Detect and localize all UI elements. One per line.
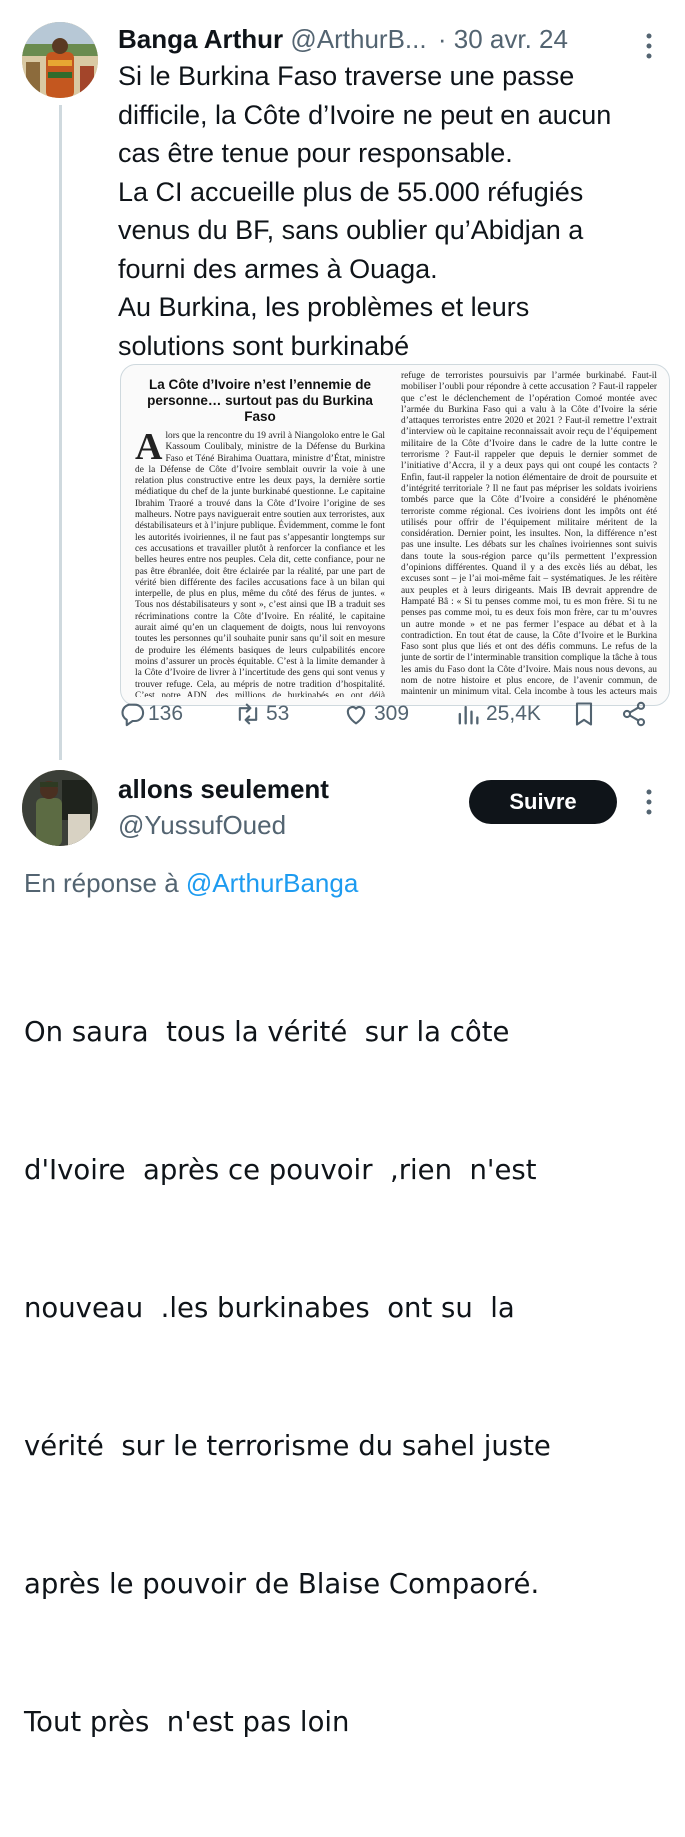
- reply-button[interactable]: 136: [118, 700, 183, 728]
- article-headline: La Côte d’Ivoire n’est l’ennemie de pers…: [147, 377, 373, 424]
- retweet-button[interactable]: 53: [234, 700, 289, 728]
- like-icon: [346, 706, 366, 725]
- replying-to-label: En réponse à: [24, 868, 179, 898]
- tweet-text-line: venus du BF, sans oublier qu’Abidjan a: [118, 215, 584, 245]
- tweet-text-line: solutions sont burkinabé: [118, 330, 410, 361]
- replying-to: En réponse à @ArthurBanga: [24, 868, 358, 899]
- avatar-photo: [22, 770, 98, 846]
- tweet-text-line: Au Burkina, les problèmes et leurs: [118, 292, 530, 322]
- tweet-text-line: cas être tenue pour responsable.: [118, 138, 513, 168]
- reply-author-name[interactable]: allons seulement: [118, 774, 329, 805]
- views-icon: [458, 705, 479, 725]
- article-right-column: refuge de terroristes poursuivis par l’a…: [401, 371, 657, 697]
- avatar-photo: [22, 22, 98, 98]
- follow-button[interactable]: Suivre: [469, 780, 617, 824]
- article-left-text: lors que la rencontre du 19 avril à Nian…: [135, 431, 385, 697]
- share-icon: [622, 701, 646, 727]
- more-icon[interactable]: [634, 788, 664, 816]
- article-left-column: La Côte d’Ivoire n’est l’ennemie de pers…: [135, 377, 385, 697]
- tweet-date[interactable]: 30 avr. 24: [454, 24, 568, 54]
- author-avatar[interactable]: [22, 22, 98, 98]
- tweet-text-line: difficile, la Côte d’Ivoire ne peut en a…: [118, 99, 612, 130]
- tweet-text-line: La CI accueille plus de 55.000 réfugiés: [118, 176, 584, 207]
- more-icon[interactable]: [634, 32, 664, 60]
- thread-connector-line: [59, 105, 62, 760]
- retweet-icon: [238, 703, 258, 725]
- like-count: 309: [374, 702, 410, 725]
- reply-icon: [121, 703, 145, 727]
- reply-count: 136: [148, 702, 184, 725]
- article-right-text: refuge de terroristes poursuivis par l’a…: [401, 371, 657, 697]
- reply-text-line: vérité sur le terrorisme du sahel juste: [24, 1430, 551, 1462]
- reply-text: On saura tous la vérité sur la côte d'Iv…: [24, 917, 674, 1837]
- tweet-text-line: fourni des armes à Ouaga.: [118, 253, 438, 284]
- reply-text-line: Tout près n'est pas loin: [24, 1706, 350, 1738]
- reply-text-line: après le pouvoir de Blaise Compaoré.: [24, 1568, 540, 1600]
- author-name[interactable]: Banga Arthur: [118, 24, 283, 54]
- author-handle[interactable]: @ArthurB...: [290, 24, 426, 54]
- tweet-action-bar: 136 53 309 25,4K: [118, 700, 658, 732]
- reply-text-line: On saura tous la vérité sur la côte: [24, 1016, 510, 1048]
- replying-to-link[interactable]: @ArthurBanga: [186, 868, 358, 898]
- retweet-count: 53: [266, 702, 290, 725]
- share-button[interactable]: [620, 700, 648, 728]
- reply-text-line: d'Ivoire après ce pouvoir ,rien n'est: [24, 1154, 537, 1186]
- dot-separator: ·: [437, 24, 447, 54]
- tweet-text-line: Si le Burkina Faso traverse une passe: [118, 61, 575, 91]
- tweet-text: Si le Burkina Faso traverse une passe di…: [118, 57, 668, 365]
- views-count: 25,4K: [486, 702, 541, 725]
- reply-text-line: nouveau .les burkinabes ont su la: [24, 1292, 515, 1324]
- like-button[interactable]: 309: [342, 700, 409, 728]
- tweet-media-image[interactable]: La Côte d’Ivoire n’est l’ennemie de pers…: [120, 364, 670, 706]
- bookmark-icon: [575, 702, 593, 726]
- bookmark-button[interactable]: [570, 700, 598, 728]
- reply-author-avatar[interactable]: [22, 770, 98, 846]
- views-button[interactable]: 25,4K: [454, 700, 541, 728]
- reply-author-handle[interactable]: @YussufOued: [118, 810, 286, 841]
- article-dropcap: A: [135, 426, 163, 468]
